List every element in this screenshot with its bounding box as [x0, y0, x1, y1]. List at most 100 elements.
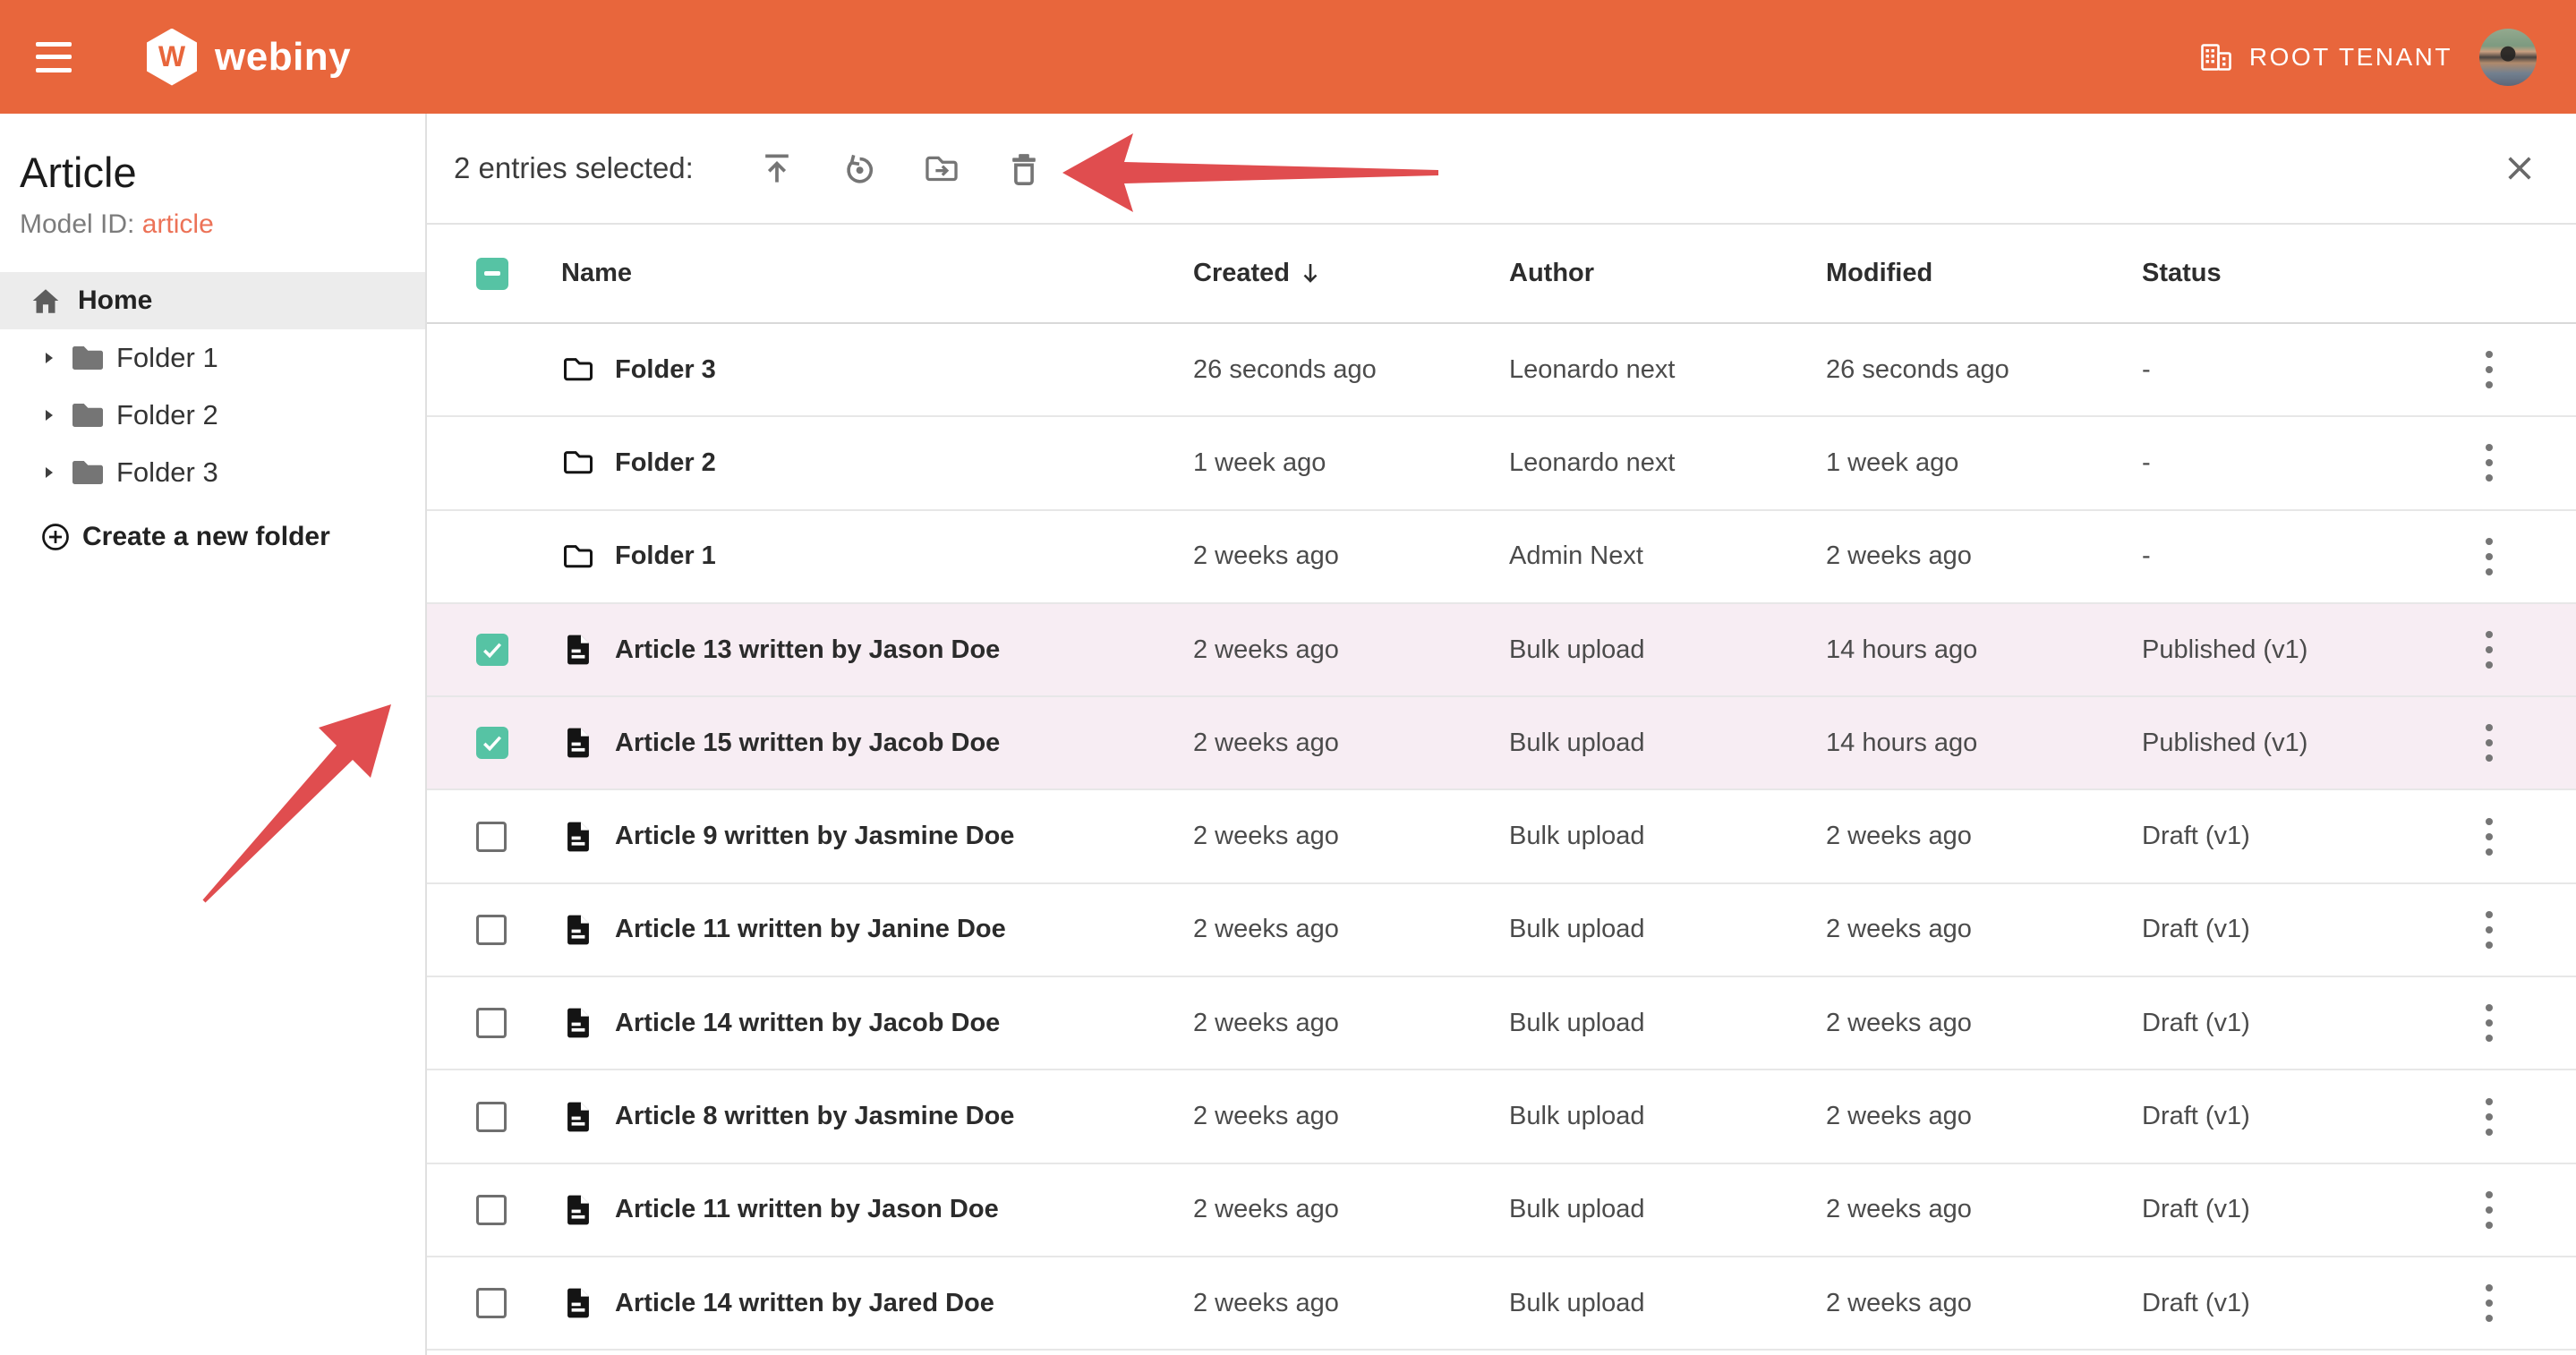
table-row[interactable]: Article 11 written by Jason Doe 2 weeks … — [427, 1164, 2576, 1257]
delete-entries-button[interactable] — [1004, 149, 1044, 189]
document-icon — [561, 1006, 595, 1040]
table-row[interactable]: Article 14 written by Jacob Doe 2 weeks … — [427, 977, 2576, 1070]
modified-value: 2 weeks ago — [1826, 915, 2142, 944]
status-value: Published (v1) — [2142, 635, 2434, 665]
trash-icon — [1005, 150, 1043, 188]
table-row[interactable]: Article 15 written by Jacob Doe 2 weeks … — [427, 697, 2576, 790]
model-id-value: article — [142, 209, 214, 239]
row-checkbox[interactable] — [476, 727, 508, 759]
create-folder-label: Create a new folder — [82, 522, 330, 552]
entry-name: Article 14 written by Jacob Doe — [615, 1009, 1000, 1038]
restore-entries-button[interactable] — [840, 149, 879, 189]
selection-count-text: 2 entries selected: — [454, 151, 694, 185]
table-row[interactable]: Folder 3 26 seconds ago Leonardo next 26… — [427, 324, 2576, 417]
history-restore-icon — [840, 150, 878, 188]
publish-entries-button[interactable] — [757, 149, 797, 189]
author-value: Bulk upload — [1509, 822, 1826, 851]
chevron-right-icon[interactable] — [42, 350, 56, 366]
document-icon — [561, 913, 595, 947]
sidebar-item-home[interactable]: Home — [0, 272, 425, 329]
entry-name: Article 13 written by Jason Doe — [615, 635, 1000, 665]
top-app-bar: W webiny ROOT TENANT — [0, 0, 2576, 114]
entry-name: Article 9 written by Jasmine Doe — [615, 822, 1014, 851]
folder-name-label: Folder 3 — [116, 456, 218, 489]
modified-value: 26 seconds ago — [1826, 355, 2142, 385]
sidebar-folder-item[interactable]: Folder 1 — [0, 329, 425, 387]
model-id-label: Model ID: — [20, 209, 134, 239]
row-actions-menu-button[interactable] — [2469, 1275, 2509, 1331]
column-header-modified: Modified — [1826, 259, 2142, 288]
chevron-right-icon[interactable] — [42, 407, 56, 423]
table-row[interactable]: Article 14 written by Jared Doe 2 weeks … — [427, 1257, 2576, 1351]
row-actions-menu-button[interactable] — [2469, 809, 2509, 865]
document-icon — [561, 1286, 595, 1320]
webiny-logo: W — [147, 29, 197, 86]
created-value: 1 week ago — [1193, 448, 1509, 478]
tenant-selector[interactable]: ROOT TENANT — [2199, 42, 2452, 72]
row-actions-menu-button[interactable] — [2469, 715, 2509, 771]
column-header-name: Name — [561, 259, 1193, 288]
table-row[interactable]: Article 9 written by Jasmine Doe 2 weeks… — [427, 790, 2576, 883]
author-value: Leonardo next — [1509, 355, 1826, 385]
author-value: Bulk upload — [1509, 915, 1826, 944]
created-value: 2 weeks ago — [1193, 1289, 1509, 1318]
close-icon — [2504, 153, 2535, 183]
table-row[interactable]: Folder 1 2 weeks ago Admin Next 2 weeks … — [427, 511, 2576, 604]
entries-panel: 2 entries selected: — [427, 114, 2576, 1355]
folder-icon — [70, 343, 106, 373]
row-actions-menu-button[interactable] — [2469, 902, 2509, 958]
sidebar-home-label: Home — [78, 285, 152, 316]
entry-name: Article 11 written by Jason Doe — [615, 1195, 999, 1224]
select-all-checkbox[interactable] — [476, 258, 508, 290]
selection-toolbar: 2 entries selected: — [427, 114, 2576, 225]
table-row[interactable]: Folder 2 1 week ago Leonardo next 1 week… — [427, 417, 2576, 510]
row-actions-menu-button[interactable] — [2469, 529, 2509, 584]
created-value: 2 weeks ago — [1193, 541, 1509, 571]
row-checkbox[interactable] — [476, 1008, 507, 1038]
modified-value: 14 hours ago — [1826, 729, 2142, 758]
entry-name: Article 14 written by Jared Doe — [615, 1289, 994, 1318]
table-row[interactable]: Article 13 written by Jason Doe 2 weeks … — [427, 604, 2576, 697]
user-avatar[interactable] — [2479, 29, 2537, 86]
created-value: 2 weeks ago — [1193, 915, 1509, 944]
table-row[interactable]: Article 11 written by Janine Doe 2 weeks… — [427, 884, 2576, 977]
sort-descending-icon — [1301, 261, 1320, 285]
brand-wordmark: webiny — [215, 35, 351, 80]
menu-hamburger-icon[interactable] — [36, 42, 72, 72]
row-actions-menu-button[interactable] — [2469, 622, 2509, 678]
author-value: Leonardo next — [1509, 448, 1826, 478]
table-row[interactable]: Article 8 written by Jasmine Doe 2 weeks… — [427, 1070, 2576, 1163]
home-icon — [30, 285, 62, 316]
sidebar-folder-item[interactable]: Folder 2 — [0, 387, 425, 444]
table-header-row: Name Created Author Modified Status — [427, 225, 2576, 324]
status-value: Draft (v1) — [2142, 822, 2434, 851]
row-checkbox[interactable] — [476, 1195, 507, 1225]
status-value: - — [2142, 541, 2434, 571]
status-value: Draft (v1) — [2142, 915, 2434, 944]
author-value: Bulk upload — [1509, 1102, 1826, 1131]
row-actions-menu-button[interactable] — [2469, 1182, 2509, 1238]
create-folder-button[interactable]: Create a new folder — [0, 508, 330, 566]
row-actions-menu-button[interactable] — [2469, 342, 2509, 397]
publish-upload-icon — [758, 150, 796, 188]
move-to-folder-button[interactable] — [922, 149, 961, 189]
checkmark-icon — [479, 729, 506, 756]
sidebar-folder-item[interactable]: Folder 3 — [0, 444, 425, 501]
app-window: W webiny ROOT TENANT Article Model ID: a… — [0, 0, 2576, 1355]
modified-value: 2 weeks ago — [1826, 822, 2142, 851]
dismiss-selection-button[interactable] — [2499, 148, 2540, 189]
row-actions-menu-button[interactable] — [2469, 435, 2509, 490]
indeterminate-minus-icon — [484, 271, 500, 276]
organization-building-icon — [2199, 42, 2233, 72]
row-checkbox[interactable] — [476, 1102, 507, 1132]
row-checkbox[interactable] — [476, 915, 507, 945]
status-value: - — [2142, 448, 2434, 478]
row-checkbox[interactable] — [476, 634, 508, 666]
row-checkbox[interactable] — [476, 822, 507, 852]
chevron-right-icon[interactable] — [42, 464, 56, 481]
row-actions-menu-button[interactable] — [2469, 995, 2509, 1051]
row-checkbox[interactable] — [476, 1288, 507, 1318]
row-actions-menu-button[interactable] — [2469, 1089, 2509, 1145]
created-value: 2 weeks ago — [1193, 1102, 1509, 1131]
column-header-created[interactable]: Created — [1193, 259, 1509, 288]
